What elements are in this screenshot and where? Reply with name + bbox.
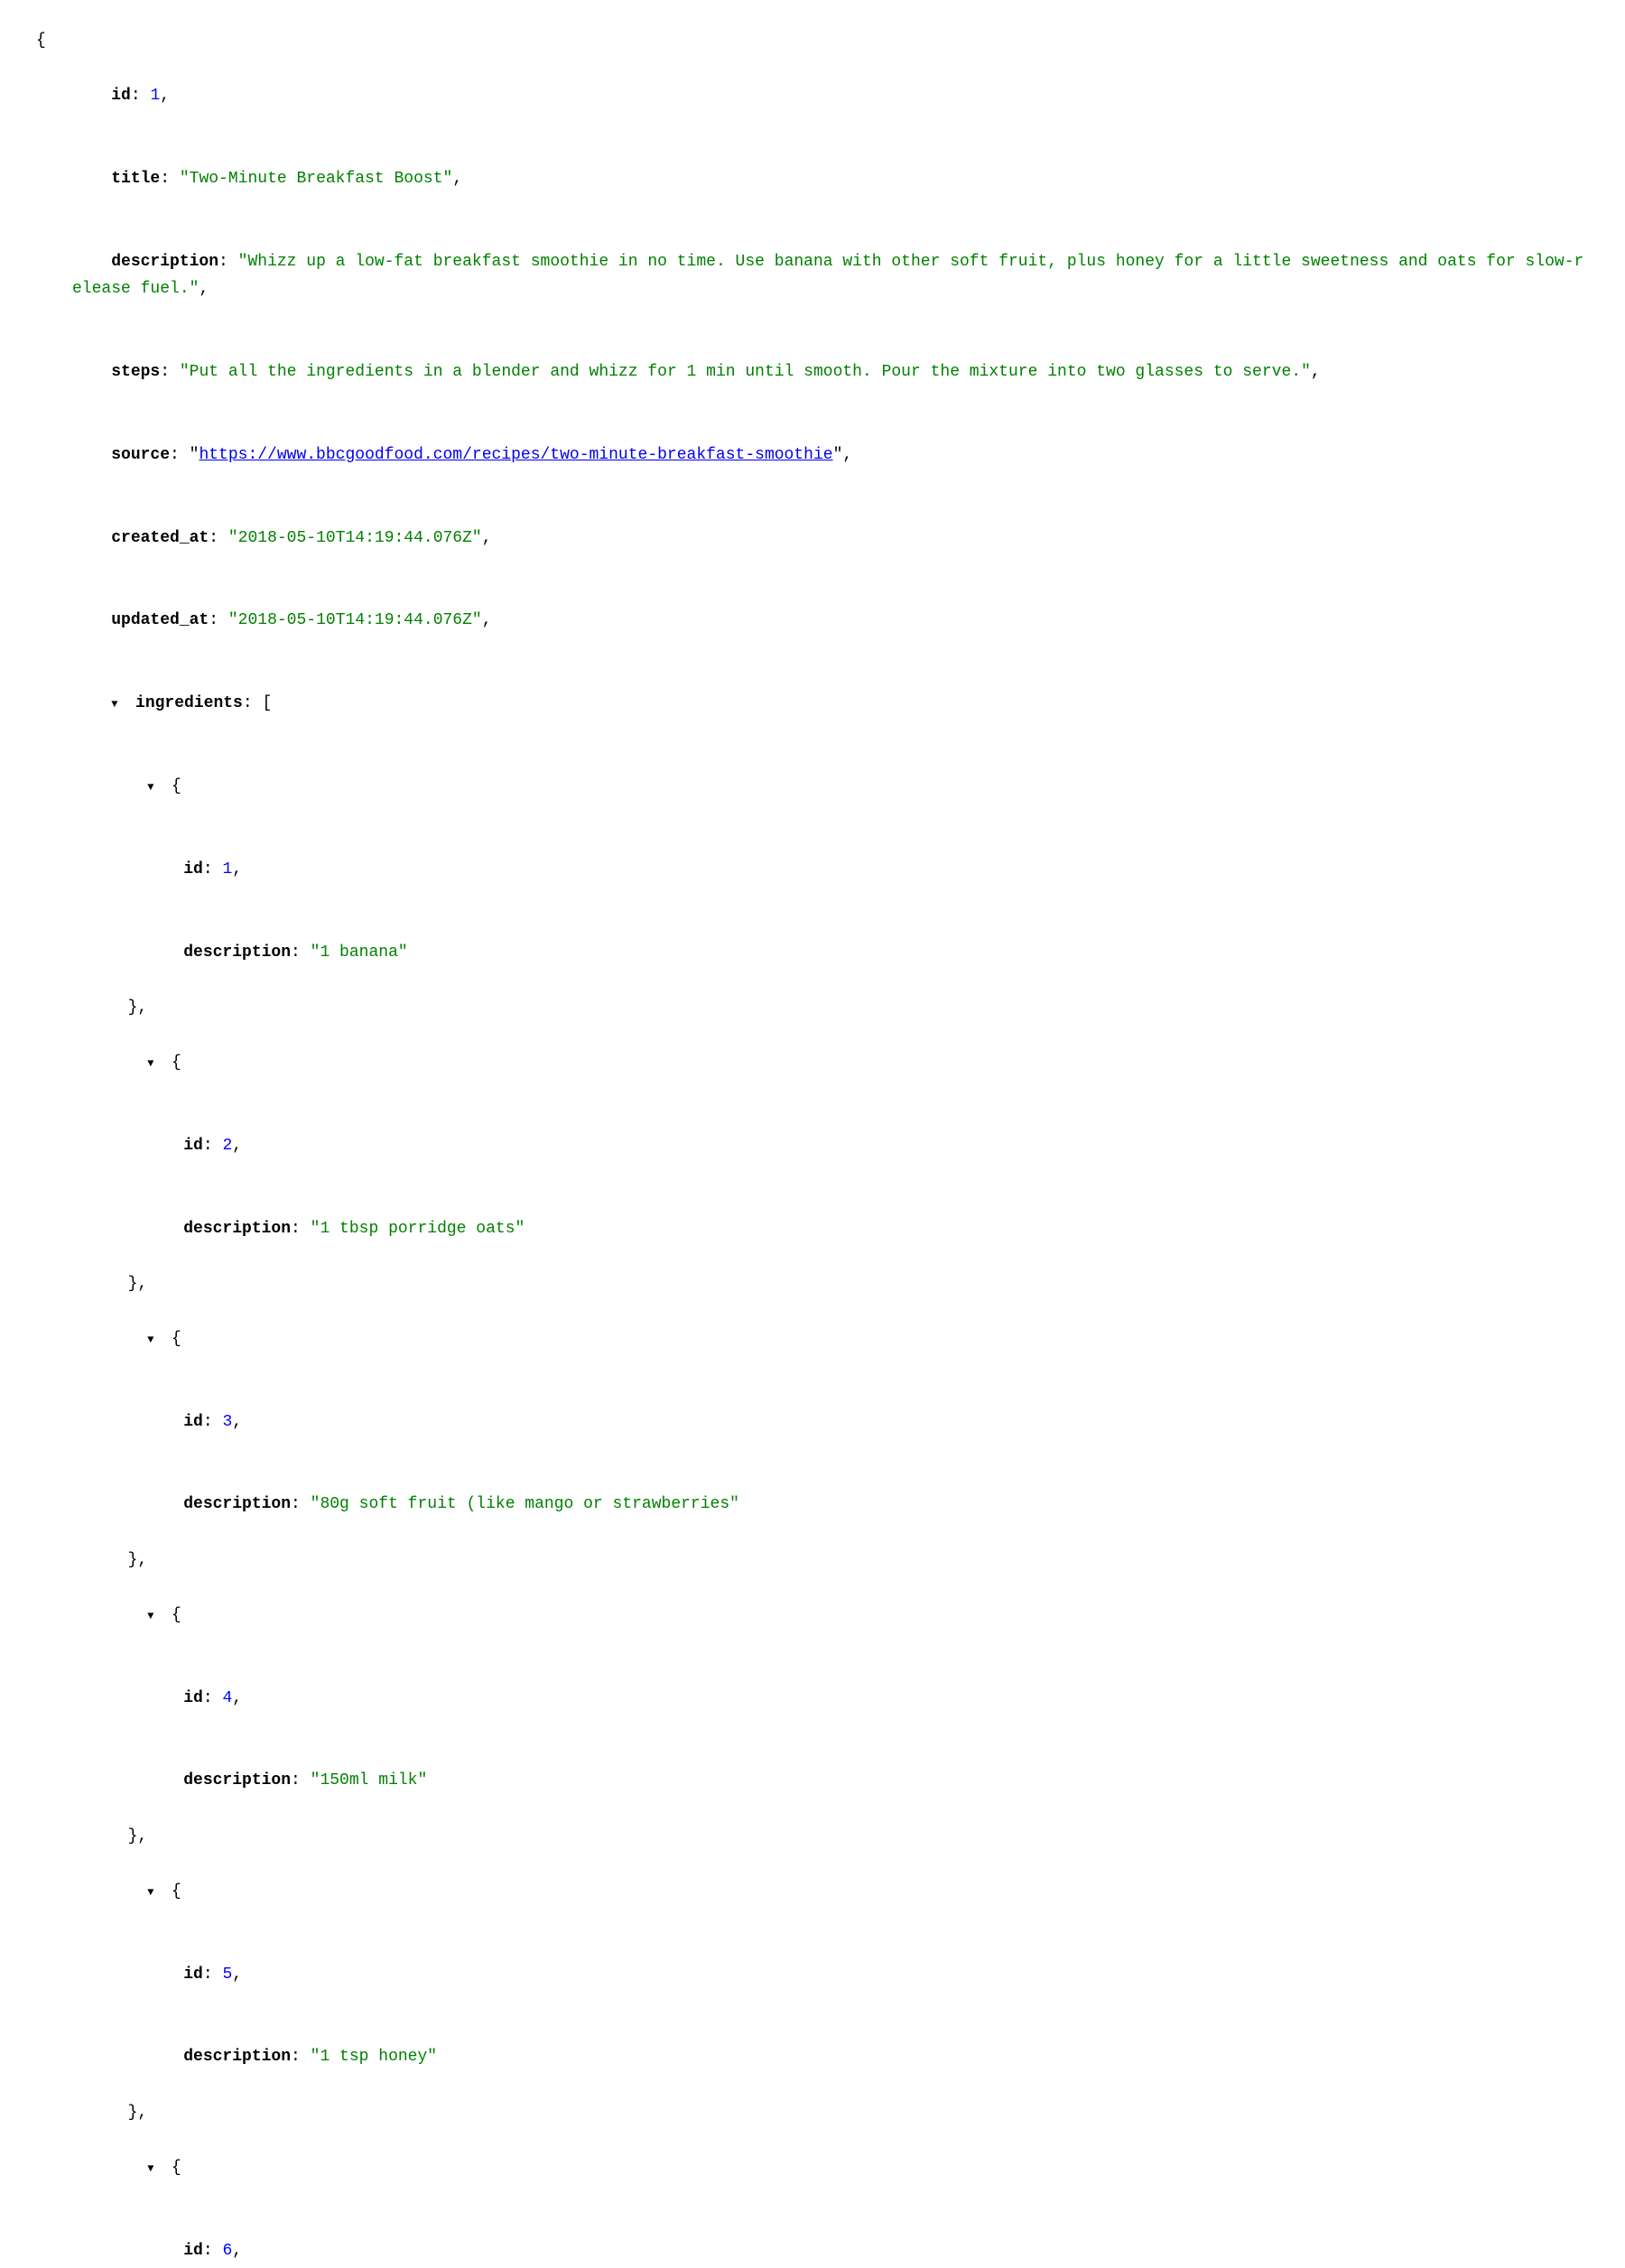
ing3-desc-value: "80g soft fruit (like mango or strawberr… [311,1495,739,1513]
ingredient-4-close: }, [36,1823,1589,1851]
ingredient-3-desc: description: "80g soft fruit (like mango… [36,1464,1589,1547]
ing1-desc-value: "1 banana" [311,943,408,962]
ingredient-1-desc: description: "1 banana" [36,911,1589,994]
ingredient-6-open: { [36,2126,1589,2209]
ing5-id-key: id [183,1966,203,1984]
created-at-value: "2018-05-10T14:19:44.076Z" [228,529,482,547]
updated-at-line: updated_at: "2018-05-10T14:19:44.076Z", [36,580,1589,663]
ingredient-5-id: id: 5, [36,1933,1589,2016]
updated-at-key: updated_at [111,611,209,629]
ing2-id-key: id [183,1137,203,1155]
created-at-line: created_at: "2018-05-10T14:19:44.076Z", [36,497,1589,580]
ingredient-6-id: id: 6, [36,2209,1589,2268]
ing1-desc-key: description [183,943,291,962]
ing1-id-key: id [183,860,203,878]
ingredient-5-desc: description: "1 tsp honey" [36,2016,1589,2099]
created-at-key: created_at [111,529,209,547]
ing4-id-key: id [183,1689,203,1707]
source-link[interactable]: https://www.bbcgoodfood.com/recipes/two-… [199,446,832,464]
ing6-id-key: id [183,2242,203,2260]
steps-key: steps [111,363,160,381]
ingredient-2-close: }, [36,1270,1589,1298]
ing5-desc-value: "1 tsp honey" [311,2048,437,2066]
ingredient-3-id: id: 3, [36,1380,1589,1464]
ing4-id-value: 4 [222,1689,232,1707]
steps-line: steps: "Put all the ingredients in a ble… [36,331,1589,414]
ingredient-4-open: { [36,1574,1589,1657]
ingredient-6-toggle[interactable] [147,2154,162,2182]
ingredient-4-toggle[interactable] [147,1602,162,1630]
description-value: "Whizz up a low-fat breakfast smoothie i… [72,253,1583,299]
ingredient-3-toggle[interactable] [147,1325,162,1353]
ingredients-toggle[interactable] [111,690,125,718]
description-line: description: "Whizz up a low-fat breakfa… [36,220,1589,330]
source-line: source: "https://www.bbcgoodfood.com/rec… [36,414,1589,497]
ingredients-header: ingredients: [ [36,663,1589,746]
ing2-id-value: 2 [222,1137,232,1155]
updated-at-value: "2018-05-10T14:19:44.076Z" [228,611,482,629]
ing6-id-value: 6 [222,2242,232,2260]
ingredient-2-desc: description: "1 tbsp porridge oats" [36,1187,1589,1270]
ingredient-1-open: { [36,745,1589,828]
id-key: id [111,87,131,105]
ing3-id-value: 3 [222,1413,232,1431]
ing2-desc-key: description [183,1220,291,1238]
source-key: source [111,446,170,464]
ingredient-3-close: }, [36,1547,1589,1575]
ing1-id-value: 1 [222,860,232,878]
ingredient-2-open: { [36,1021,1589,1104]
ingredient-4-desc: description: "150ml milk" [36,1740,1589,1823]
ingredient-4-id: id: 4, [36,1657,1589,1740]
title-key: title [111,170,160,188]
ing4-desc-value: "150ml milk" [311,1771,428,1789]
ing5-desc-key: description [183,2048,291,2066]
open-brace: { [36,27,1589,55]
ing5-id-value: 5 [222,1966,232,1984]
ing3-id-key: id [183,1413,203,1431]
title-value: "Two-Minute Breakfast Boost" [180,170,452,188]
ingredient-1-close: }, [36,994,1589,1022]
ingredient-5-close: }, [36,2099,1589,2127]
title-line: title: "Two-Minute Breakfast Boost", [36,137,1589,220]
ingredients-key: ingredients [135,694,243,712]
ingredient-5-open: { [36,1850,1589,1933]
id-value: 1 [150,87,160,105]
ing3-desc-key: description [183,1495,291,1513]
ingredient-3-open: { [36,1297,1589,1380]
ing4-desc-key: description [183,1771,291,1789]
ingredient-2-toggle[interactable] [147,1049,162,1077]
steps-value: "Put all the ingredients in a blender an… [180,363,1311,381]
ingredient-1-toggle[interactable] [147,773,162,801]
description-key: description [111,253,218,271]
ingredient-1-id: id: 1, [36,828,1589,911]
id-line: id: 1, [36,55,1589,138]
json-viewer: { id: 1, title: "Two-Minute Breakfast Bo… [36,27,1589,2268]
ingredient-2-id: id: 2, [36,1104,1589,1187]
ingredient-5-toggle[interactable] [147,1878,162,1906]
ing2-desc-value: "1 tbsp porridge oats" [311,1220,525,1238]
